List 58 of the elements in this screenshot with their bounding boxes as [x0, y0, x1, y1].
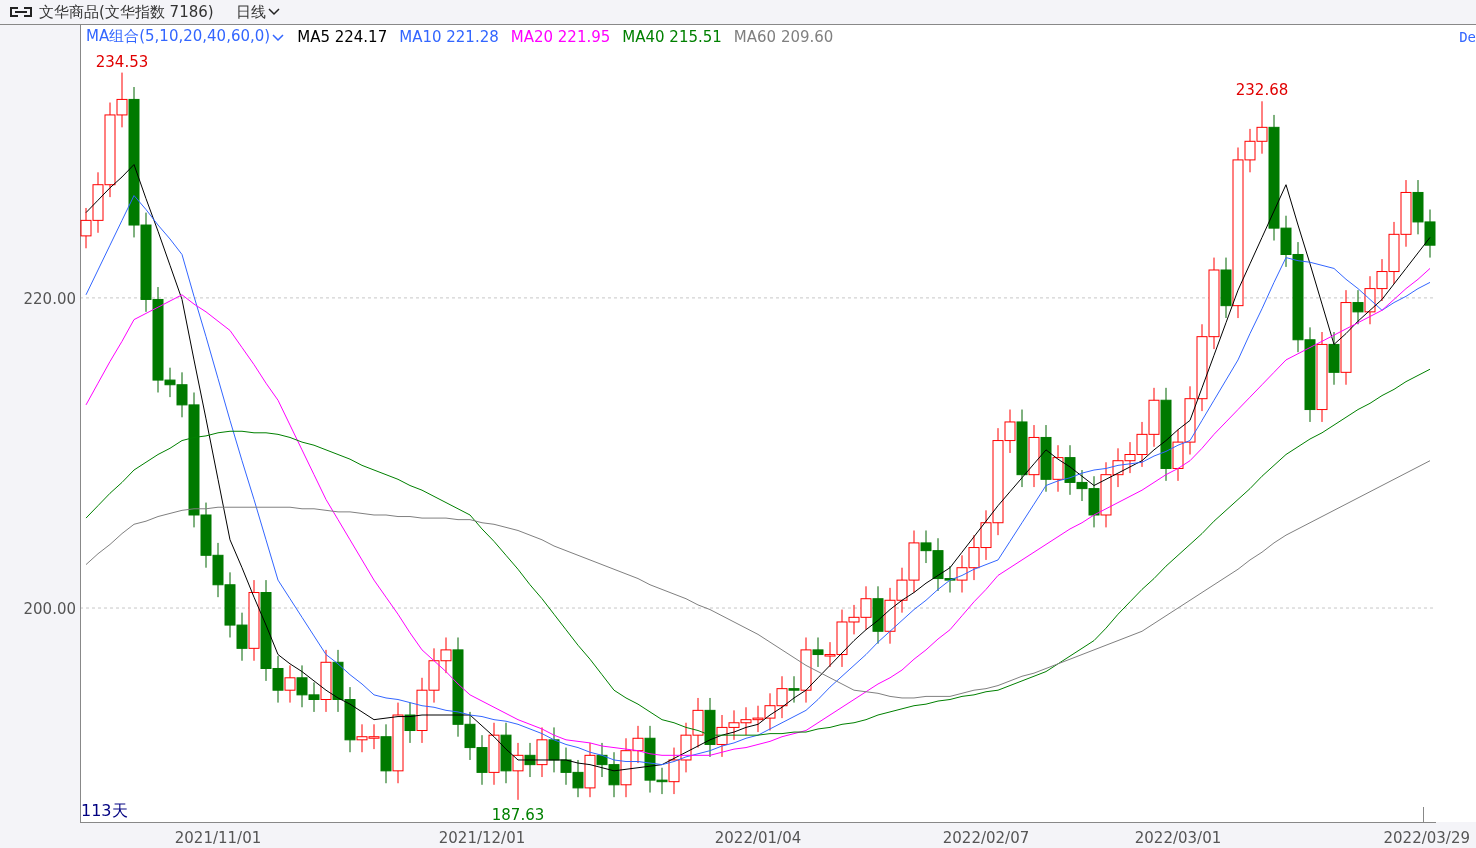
indicator-dropdown[interactable]: MA组合(5,10,20,40,60,0) [86, 27, 286, 46]
legend-value: MA40 215.51 [622, 27, 722, 46]
candlestick [560, 747, 572, 786]
candlestick [968, 534, 980, 581]
legend-value: MA20 221.95 [510, 27, 611, 46]
candlestick [956, 554, 968, 593]
x-axis-label: 2022/01/04 [714, 829, 802, 847]
candlestick [1028, 424, 1040, 488]
candlestick [212, 542, 224, 598]
candlestick [1124, 441, 1136, 474]
x-axis-label: 2022/03/01 [1134, 829, 1222, 847]
price-extreme-label: 187.63 [491, 805, 545, 824]
candlestick [608, 751, 620, 798]
day-count: 113天 [81, 801, 128, 820]
candlestick [224, 571, 236, 638]
candlestick [896, 567, 908, 614]
candlestick [680, 722, 692, 773]
candlestick [476, 734, 488, 786]
x-axis-label: 2021/12/01 [438, 829, 526, 847]
x-axis-label: 2022/03/29 [1383, 829, 1470, 847]
instrument-title: 文华商品(文华指数 7186) [39, 2, 214, 22]
y-axis-label: 200.00 [23, 600, 76, 618]
candlestick [1136, 421, 1148, 468]
candlestick [488, 722, 500, 786]
price-extreme-label: 232.68 [1235, 81, 1289, 100]
candlestick [704, 697, 716, 758]
x-axis-label: 2022/02/07 [942, 829, 1030, 847]
caret-icon [267, 8, 280, 16]
link-icon[interactable] [9, 6, 33, 18]
candlestick [548, 726, 560, 773]
candlestick [1400, 179, 1412, 248]
candlestick [1040, 424, 1052, 493]
legend-value: MA60 209.60 [733, 27, 834, 46]
x-axis-label: 2021/11/01 [174, 829, 262, 847]
y-axis-label: 220.00 [23, 289, 76, 308]
price-extreme-label: 234.53 [95, 52, 149, 71]
period-dropdown[interactable]: 日线 [235, 2, 280, 22]
candlestick [332, 649, 344, 713]
candlestick [764, 692, 776, 731]
candlestick [500, 722, 512, 784]
candlestick [728, 709, 740, 741]
legend-value: MA10 221.28 [399, 27, 499, 46]
candlestick [1184, 385, 1196, 455]
candlestick [740, 706, 752, 736]
candlestick [692, 697, 704, 749]
candlestick [1364, 275, 1376, 325]
candlestick [284, 664, 296, 704]
candlestick [1052, 444, 1064, 493]
candlestick [1412, 179, 1424, 235]
candlestick [884, 587, 896, 645]
candlestick [1424, 209, 1436, 259]
cut-off-label: De [1459, 28, 1476, 45]
candlestick [296, 664, 308, 708]
candlestick [716, 714, 728, 758]
candlestick [752, 705, 764, 733]
caret-icon [271, 32, 286, 41]
legend-value: MA5 224.17 [297, 27, 388, 46]
candlestick [872, 585, 884, 645]
